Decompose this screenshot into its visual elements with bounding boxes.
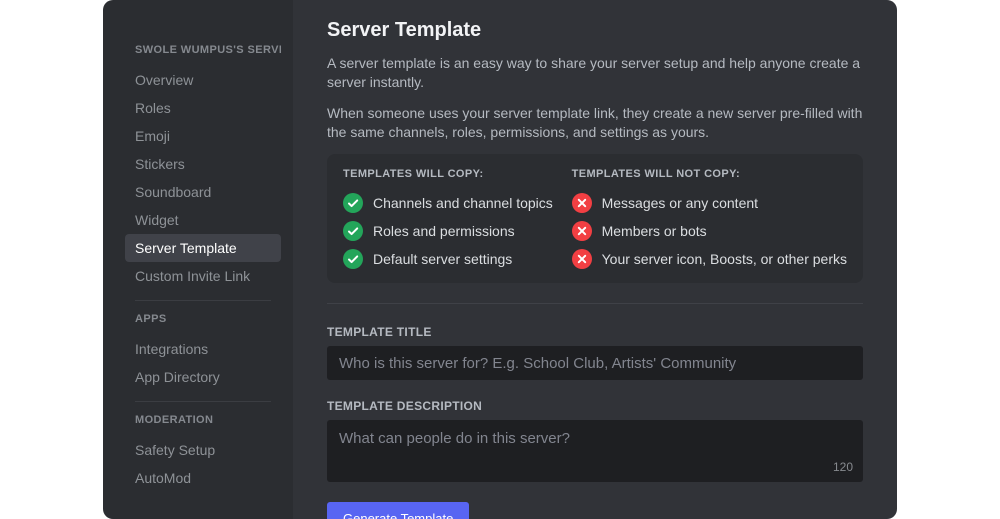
page-title: Server Template xyxy=(327,19,482,41)
x-circle-icon xyxy=(571,249,592,269)
sidebar-item-app-directory[interactable]: App Directory xyxy=(125,363,281,391)
check-circle-icon xyxy=(343,193,363,213)
sidebar-divider xyxy=(135,300,271,301)
will-not-copy-item-label: Your server icon, Boosts, or other perks xyxy=(601,251,847,267)
sidebar-item-emoji[interactable]: Emoji xyxy=(125,122,281,150)
sidebar-item-automod[interactable]: AutoMod xyxy=(125,464,281,492)
sidebar-item-widget[interactable]: Widget xyxy=(125,206,281,234)
server-settings-nav: Overview Roles Emoji Stickers Soundboard… xyxy=(125,66,281,290)
template-description-input[interactable] xyxy=(327,420,863,482)
template-description-label: TEMPLATE DESCRIPTION xyxy=(327,399,483,413)
will-copy-item-label: Channels and channel topics xyxy=(373,195,553,211)
template-description-field: 120 xyxy=(327,420,863,482)
sidebar-item-roles[interactable]: Roles xyxy=(125,94,281,122)
sidebar-item-overview[interactable]: Overview xyxy=(125,66,281,94)
sidebar-item-soundboard[interactable]: Soundboard xyxy=(125,178,281,206)
will-copy-item-label: Default server settings xyxy=(373,251,513,267)
will-not-copy-item: Messages or any content xyxy=(571,193,847,213)
sidebar-divider xyxy=(135,401,271,402)
sidebar-item-custom-invite-link[interactable]: Custom Invite Link xyxy=(125,262,281,290)
template-title-input[interactable] xyxy=(327,346,863,380)
apps-section-header: APPS xyxy=(135,313,167,325)
check-circle-icon xyxy=(343,221,363,241)
sidebar-item-stickers[interactable]: Stickers xyxy=(125,150,281,178)
will-copy-header: TEMPLATES WILL COPY: xyxy=(343,168,484,180)
server-settings-window: SWOLE WUMPUS'S SERVER Overview Roles Emo… xyxy=(103,0,897,519)
sidebar-item-safety-setup[interactable]: Safety Setup xyxy=(125,436,281,464)
will-copy-item: Roles and permissions xyxy=(343,221,572,241)
server-settings-section-header: SWOLE WUMPUS'S SERVER xyxy=(135,44,281,56)
will-not-copy-item-label: Members or bots xyxy=(601,223,707,239)
x-circle-icon xyxy=(571,221,592,241)
moderation-section-header: MODERATION xyxy=(135,414,214,426)
sidebar-item-server-template[interactable]: Server Template xyxy=(125,234,281,262)
template-title-label: TEMPLATE TITLE xyxy=(327,325,432,339)
will-copy-item-label: Roles and permissions xyxy=(373,223,515,239)
template-description-paragraph-1: A server template is an easy way to shar… xyxy=(327,55,861,90)
x-circle-icon xyxy=(571,193,592,213)
sidebar-item-integrations[interactable]: Integrations xyxy=(125,335,281,363)
will-copy-item: Channels and channel topics xyxy=(343,193,572,213)
server-template-panel: Server Template A server template is an … xyxy=(293,0,897,519)
templates-copy-card: TEMPLATES WILL COPY: Channels and channe… xyxy=(327,154,863,283)
settings-sidebar: SWOLE WUMPUS'S SERVER Overview Roles Emo… xyxy=(103,0,293,519)
will-not-copy-item: Members or bots xyxy=(571,221,847,241)
section-divider xyxy=(327,303,863,304)
template-description-paragraph-2: When someone uses your server template l… xyxy=(327,105,863,140)
will-not-copy-item-label: Messages or any content xyxy=(601,195,759,211)
will-not-copy-item: Your server icon, Boosts, or other perks xyxy=(571,249,847,269)
will-not-copy-header: TEMPLATES WILL NOT COPY: xyxy=(571,168,741,180)
char-count: 120 xyxy=(832,460,853,474)
will-copy-column: TEMPLATES WILL COPY: Channels and channe… xyxy=(343,168,572,269)
generate-template-button[interactable]: Generate Template xyxy=(327,502,470,519)
will-copy-item: Default server settings xyxy=(343,249,572,269)
will-not-copy-column: TEMPLATES WILL NOT COPY: Messages or any… xyxy=(571,168,847,269)
check-circle-icon xyxy=(343,249,363,269)
